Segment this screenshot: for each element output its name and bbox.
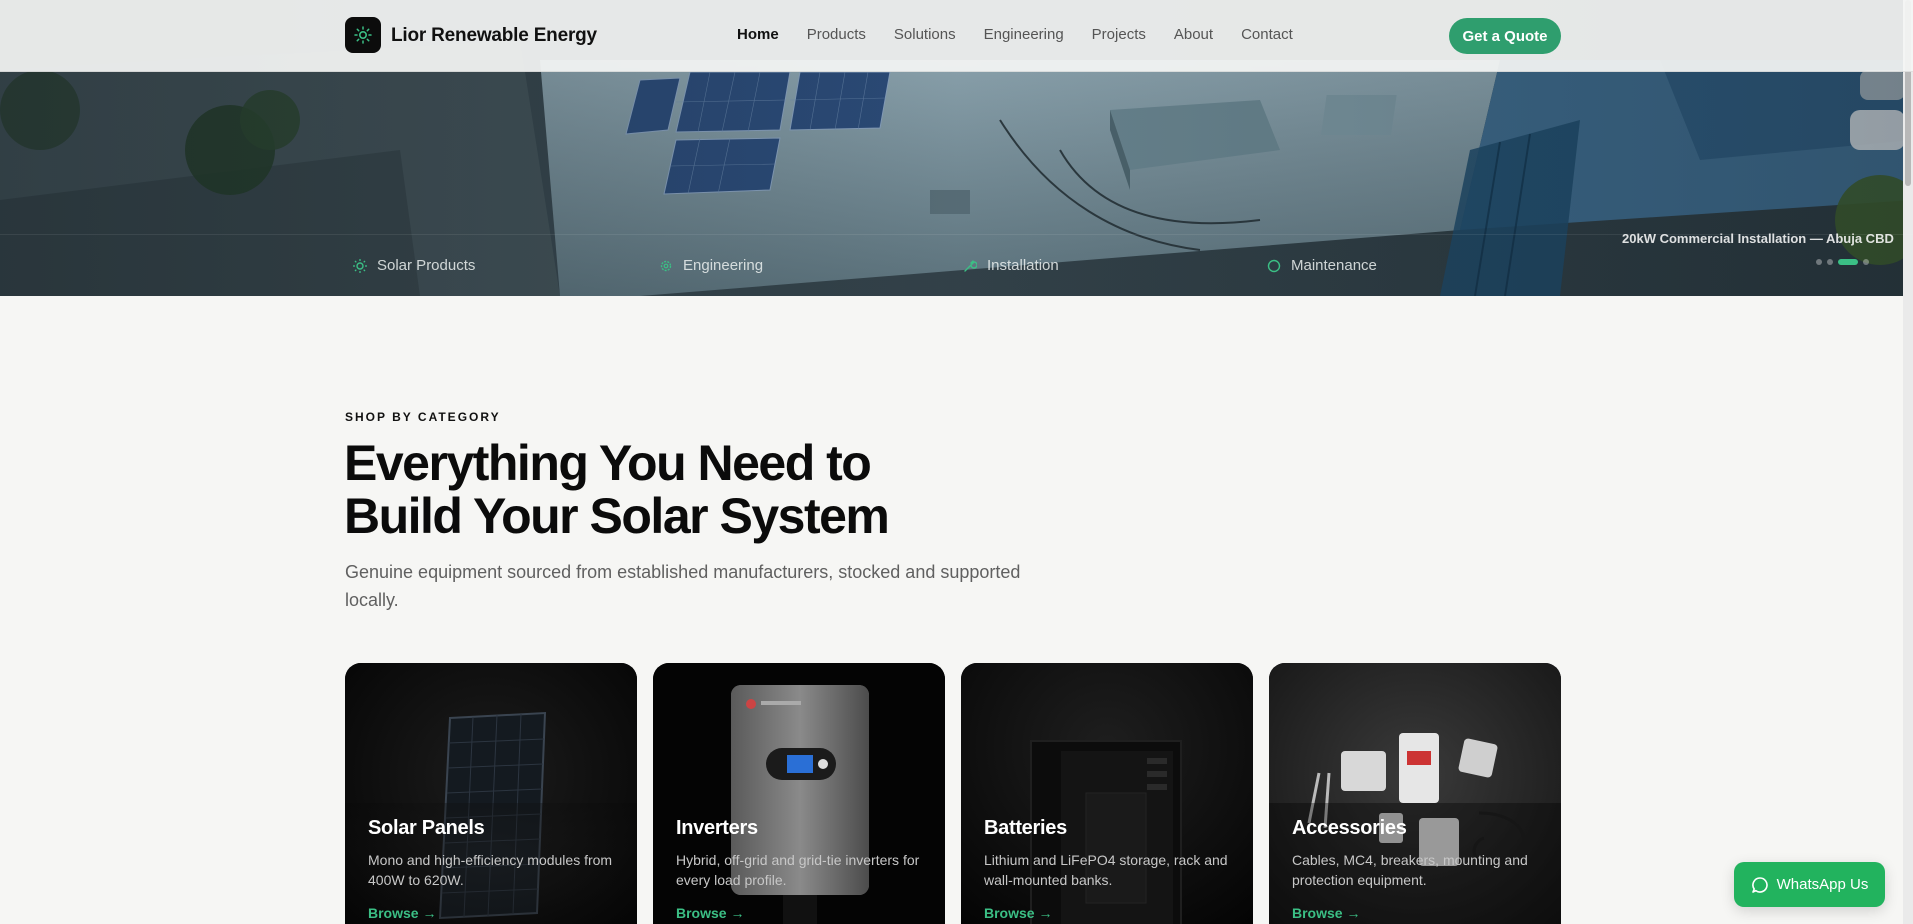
category-card-batteries[interactable]: Batteries Lithium and LiFePO4 storage, r… (961, 663, 1253, 924)
slide-dot-2[interactable] (1827, 259, 1833, 265)
card-browse-link[interactable]: Browse → (984, 905, 1052, 921)
brand-logo[interactable] (345, 17, 381, 53)
heading-line-2: Build Your Solar System (344, 488, 890, 544)
nav-link-engineering[interactable]: Engineering (984, 26, 1064, 43)
card-description: Mono and high-efficiency modules from 40… (368, 852, 613, 888)
get-quote-button[interactable]: Get a Quote (1449, 18, 1561, 54)
card-browse-link[interactable]: Browse → (1292, 905, 1360, 921)
card-description: Lithium and LiFePO4 storage, rack and wa… (984, 852, 1228, 888)
hero-slide-dots (1816, 259, 1869, 265)
category-card-inverters[interactable]: Inverters Hybrid, off-grid and grid-tie … (653, 663, 945, 924)
hero-feature-label: Engineering (683, 257, 764, 274)
nav-link-about[interactable]: About (1174, 26, 1213, 43)
section-eyebrow: SHOP BY CATEGORY (345, 410, 501, 424)
card-title: Inverters (676, 817, 758, 839)
hero-feature-label: Maintenance (1291, 257, 1377, 274)
nav-link-products[interactable]: Products (807, 26, 866, 43)
nav-links: Home Products Solutions Engineering Proj… (737, 26, 1293, 43)
hero-feature-installation[interactable]: Installation (963, 257, 1059, 274)
sun-icon (353, 258, 367, 273)
whatsapp-button[interactable]: WhatsApp Us (1734, 862, 1885, 907)
card-title: Solar Panels (368, 817, 485, 839)
slide-dot-4[interactable] (1863, 259, 1869, 265)
section-heading: Everything You Need to Build Your Solar … (344, 437, 1044, 543)
hero-feature-label: Installation (987, 257, 1059, 274)
card-description: Cables, MC4, breakers, mounting and prot… (1292, 852, 1528, 888)
hero-feature-solar-products[interactable]: Solar Products (353, 257, 475, 274)
hero-caption: 20kW Commercial Installation — Abuja CBD (1622, 231, 1894, 246)
nav-link-contact[interactable]: Contact (1241, 26, 1293, 43)
section-subtitle: Genuine equipment sourced from establish… (345, 562, 1021, 610)
slide-dot-3[interactable] (1838, 259, 1858, 265)
whatsapp-label: WhatsApp Us (1776, 876, 1869, 893)
sun-icon (354, 26, 372, 44)
top-navigation: Lior Renewable Energy Home Products Solu… (0, 0, 1913, 72)
heading-line-1: Everything You Need to (344, 435, 872, 491)
wrench-icon (964, 259, 977, 272)
category-card-accessories[interactable]: Accessories Cables, MC4, breakers, mount… (1269, 663, 1561, 924)
brand-name[interactable]: Lior Renewable Energy (391, 25, 597, 47)
shield-icon (1267, 259, 1281, 272)
card-title: Batteries (984, 817, 1067, 839)
chat-bubble-icon (1751, 876, 1768, 893)
card-browse-link[interactable]: Browse → (368, 905, 436, 921)
nav-link-projects[interactable]: Projects (1092, 26, 1146, 43)
hero-feature-label: Solar Products (377, 257, 476, 274)
gear-icon (660, 260, 672, 271)
card-description: Hybrid, off-grid and grid-tie inverters … (676, 852, 920, 888)
slide-dot-1[interactable] (1816, 259, 1822, 265)
card-title: Accessories (1292, 817, 1407, 839)
category-card-solar-panels[interactable]: Solar Panels Mono and high-efficiency mo… (345, 663, 637, 924)
nav-link-solutions[interactable]: Solutions (894, 26, 956, 43)
nav-link-home[interactable]: Home (737, 26, 779, 43)
hero-feature-engineering[interactable]: Engineering (659, 257, 763, 274)
card-browse-link[interactable]: Browse → (676, 905, 744, 921)
hero-feature-maintenance[interactable]: Maintenance (1267, 257, 1377, 274)
